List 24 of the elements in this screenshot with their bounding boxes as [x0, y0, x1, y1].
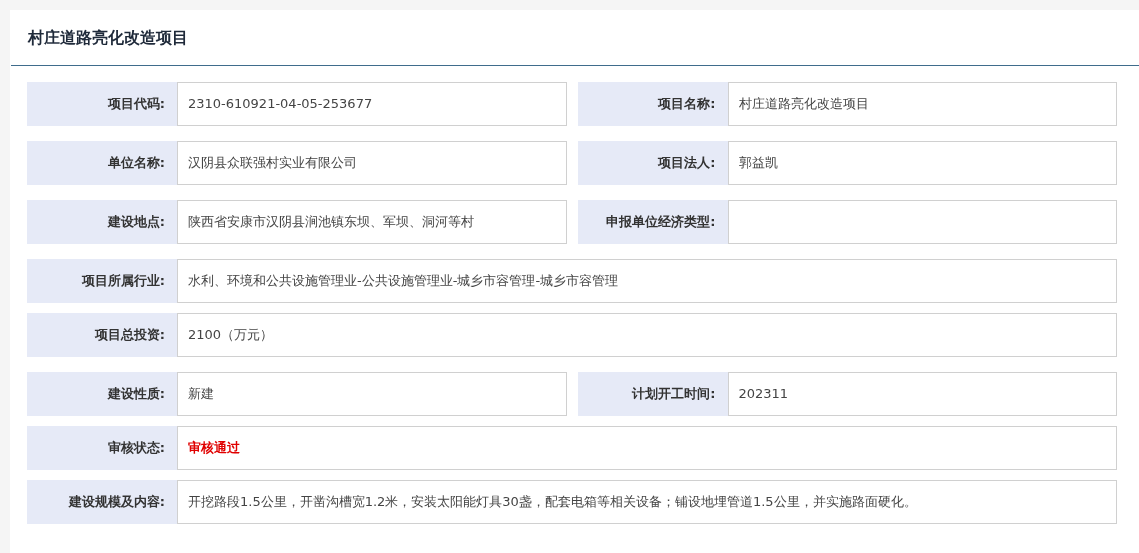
field-value: 水利、环境和公共设施管理业-公共设施管理业-城乡市容管理-城乡市容管理 [177, 259, 1117, 303]
field-value: 开挖路段1.5公里，开凿沟槽宽1.2米，安装太阳能灯具30盏，配套电箱等相关设备；铺设地埋管道1.5公里，并实施路面硬化。 [177, 480, 1117, 524]
field-label: 项目所属行业: [27, 259, 177, 303]
field-value: 2100（万元） [177, 313, 1117, 357]
field-label: 建设规模及内容: [27, 480, 177, 524]
field-value: 审核通过 [177, 426, 1117, 470]
field-value: 村庄道路亮化改造项目 [727, 82, 1117, 126]
field-value: 郭益凯 [727, 141, 1117, 185]
field-label: 建设性质: [27, 372, 177, 416]
field-value: 2310-610921-04-05-253677 [177, 82, 567, 126]
field-label: 项目名称: [577, 82, 728, 126]
field-label: 单位名称: [27, 141, 177, 185]
page-title: 村庄道路亮化改造项目 [28, 26, 188, 49]
field-label: 计划开工时间: [577, 372, 728, 416]
field-label: 项目法人: [577, 141, 728, 185]
field-value: 新建 [177, 372, 567, 416]
field-label: 申报单位经济类型: [577, 200, 728, 244]
field-label: 项目代码: [27, 82, 177, 126]
field-label: 建设地点: [27, 200, 177, 244]
field-value: 汉阴县众联强村实业有限公司 [177, 141, 567, 185]
field-label: 项目总投资: [27, 313, 177, 357]
field-value: 202311 [727, 372, 1117, 416]
field-value: 陕西省安康市汉阴县涧池镇东坝、军坝、洞河等村 [177, 200, 567, 244]
field-label: 审核状态: [27, 426, 177, 470]
